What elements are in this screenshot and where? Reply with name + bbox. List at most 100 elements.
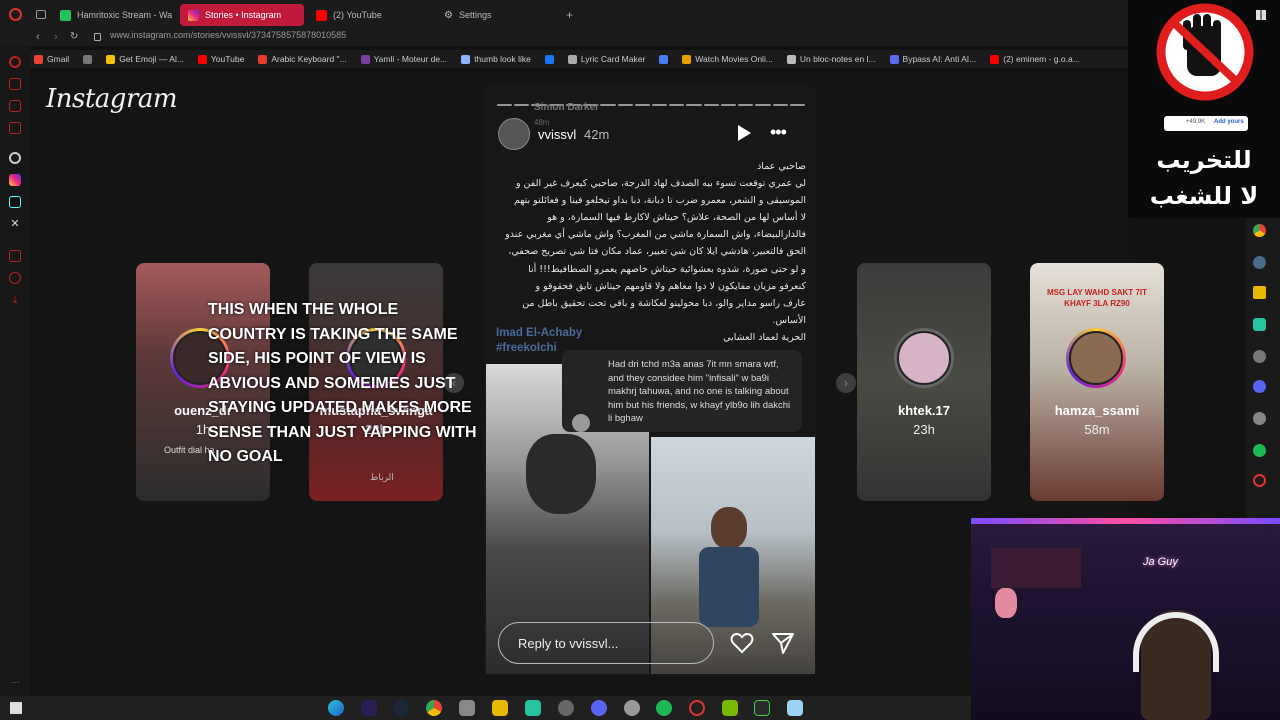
chrome-icon[interactable] <box>1253 224 1266 237</box>
gear-icon: ⚙ <box>444 9 453 21</box>
discord-icon[interactable] <box>1253 380 1266 393</box>
tab-youtube[interactable]: (2) YouTube <box>308 4 432 26</box>
bookmark-label: YouTube <box>210 54 245 64</box>
comment-text: Had dri tchd m3a anas 7it mn smara wtf, … <box>608 359 791 424</box>
post-line: لي عمري توقعت تسوء بيه الصدف لهاد الدرجة… <box>515 178 806 190</box>
avatar[interactable] <box>498 118 530 150</box>
bookmark-item[interactable]: Watch Movies Onli... <box>682 54 773 64</box>
app-icon[interactable] <box>459 700 475 716</box>
notes-icon[interactable] <box>9 122 21 134</box>
led-strip <box>971 518 1280 524</box>
explorer-icon[interactable] <box>492 700 508 716</box>
bookmark-label: Un bloc-notes en l... <box>799 54 876 64</box>
story-time: 58m <box>1084 422 1110 437</box>
app-icon[interactable] <box>525 700 541 716</box>
bookmark-item[interactable]: Yamli - Moteur de... <box>360 54 447 64</box>
opera-icon[interactable] <box>1253 474 1266 487</box>
post-line: عارف راسو مداير والو، دبا محولينو لعكاشة… <box>522 297 806 309</box>
mention-link[interactable]: Imad El-Achaby <box>496 327 582 339</box>
spotify-taskbar-icon[interactable] <box>656 700 672 716</box>
bookmark-item[interactable] <box>83 54 93 64</box>
aria-icon[interactable] <box>9 56 21 68</box>
nvidia-icon[interactable] <box>722 700 738 716</box>
youtube-icon <box>316 9 327 21</box>
messenger-icon[interactable] <box>9 100 21 112</box>
bookmark-item[interactable]: Gmail <box>34 54 69 64</box>
opera-logo-icon[interactable] <box>9 8 22 21</box>
post-line: صاحبي عماد <box>757 161 806 172</box>
progress-segment <box>755 104 771 106</box>
bookmark-item[interactable]: (2) eminem - g.o.a... <box>990 54 1080 64</box>
share-send-icon[interactable] <box>771 632 795 654</box>
chatgpt-icon[interactable] <box>9 152 21 164</box>
tab-settings[interactable]: ⚙ Settings <box>436 4 560 26</box>
tab-hamritoxic[interactable]: Hamritoxic Stream - Watc <box>52 4 172 26</box>
edge-icon[interactable] <box>328 700 344 716</box>
post-line: و لو حتى صورة، شدوه بعشوائية حيتاش خاصهم… <box>528 263 806 275</box>
app-icon[interactable] <box>1253 412 1266 425</box>
headphones <box>1133 612 1219 672</box>
bookmark-item[interactable]: Get Emoji — Al... <box>106 54 184 64</box>
notepad-icon[interactable] <box>787 700 803 716</box>
more-options-icon[interactable]: ••• <box>770 122 787 143</box>
bookmark-item[interactable]: Bypass AI: Anti AI... <box>889 54 976 64</box>
bookmark-item[interactable] <box>659 54 669 64</box>
progress-segment <box>789 104 805 106</box>
bookmark-icon <box>544 54 554 64</box>
app-icon[interactable] <box>1253 350 1266 363</box>
prev-story-button[interactable]: ‹ <box>444 373 464 393</box>
url-field[interactable]: www.instagram.com/stories/vvissvl/373475… <box>110 30 346 40</box>
app-icon[interactable] <box>754 700 770 716</box>
opera-taskbar-icon[interactable] <box>689 700 705 716</box>
post-line: الحق فالتعبير، هادشي ايلا كان شي تعبير، … <box>508 246 806 258</box>
windows-start-icon[interactable] <box>10 702 22 714</box>
next-story-button[interactable]: › <box>836 373 856 393</box>
forward-arrow-icon[interactable]: › <box>54 31 58 43</box>
instagram-logo[interactable]: Instagram <box>46 84 178 114</box>
bookmark-item[interactable]: YouTube <box>197 54 245 64</box>
story-username: khtek.17 <box>897 403 951 418</box>
extensions-icon[interactable] <box>9 78 21 90</box>
play-icon[interactable] <box>738 125 751 141</box>
premiere-icon[interactable] <box>361 700 377 716</box>
story-username[interactable]: vvissvl <box>538 127 576 142</box>
steam-icon[interactable] <box>393 700 409 716</box>
bookmark-label: Get Emoji — Al... <box>119 54 184 64</box>
progress-segment <box>686 104 702 106</box>
discord-taskbar-icon[interactable] <box>591 700 607 716</box>
pinboard-icon[interactable] <box>9 250 21 262</box>
tab-island-icon[interactable] <box>36 10 46 19</box>
bookmark-item[interactable]: Lyric Card Maker <box>567 54 645 64</box>
like-heart-icon[interactable] <box>730 632 754 654</box>
history-icon[interactable] <box>9 272 21 284</box>
tab-instagram-stories[interactable]: Stories • Instagram <box>180 4 304 26</box>
tiktok-icon[interactable] <box>9 196 21 208</box>
app-icon[interactable] <box>1253 256 1266 269</box>
shared-age: 48m <box>534 118 550 127</box>
folder-icon[interactable] <box>1253 286 1266 299</box>
bookmark-item[interactable]: Un bloc-notes en l... <box>786 54 876 64</box>
webcam-feed: Ja Guy <box>971 518 1280 720</box>
x-icon[interactable]: ✕ <box>9 218 21 230</box>
reload-icon[interactable]: ↻ <box>70 31 78 42</box>
new-tab-button[interactable]: + <box>566 8 573 22</box>
bookmark-item[interactable]: thumb look like <box>461 54 531 64</box>
bookmark-item[interactable] <box>544 54 554 64</box>
app-icon[interactable] <box>558 700 574 716</box>
bookmark-icon <box>34 54 43 64</box>
chrome-taskbar-icon[interactable] <box>426 700 442 716</box>
bookmark-item[interactable]: Arabic Keyboard "... <box>258 54 347 64</box>
reply-placeholder[interactable]: Reply to vvissvl... <box>518 636 618 651</box>
back-arrow-icon[interactable]: ‹ <box>36 31 40 43</box>
app-icon[interactable] <box>1253 318 1266 331</box>
instagram-sidebar-icon[interactable] <box>9 174 21 186</box>
bookmark-label: Arabic Keyboard "... <box>271 54 347 64</box>
story-username: hamza_ssami <box>1054 403 1140 418</box>
plush-toy <box>995 588 1017 618</box>
spotify-icon[interactable] <box>1253 444 1266 457</box>
hashtag-link[interactable]: #freekolchi <box>496 342 557 354</box>
post-line: فالدارالبيضاء، واش السمارة ماشي من المغر… <box>505 229 806 241</box>
app-icon[interactable] <box>624 700 640 716</box>
downloads-icon[interactable]: ⤓ <box>9 294 21 306</box>
more-icon[interactable]: ··· <box>9 676 21 688</box>
